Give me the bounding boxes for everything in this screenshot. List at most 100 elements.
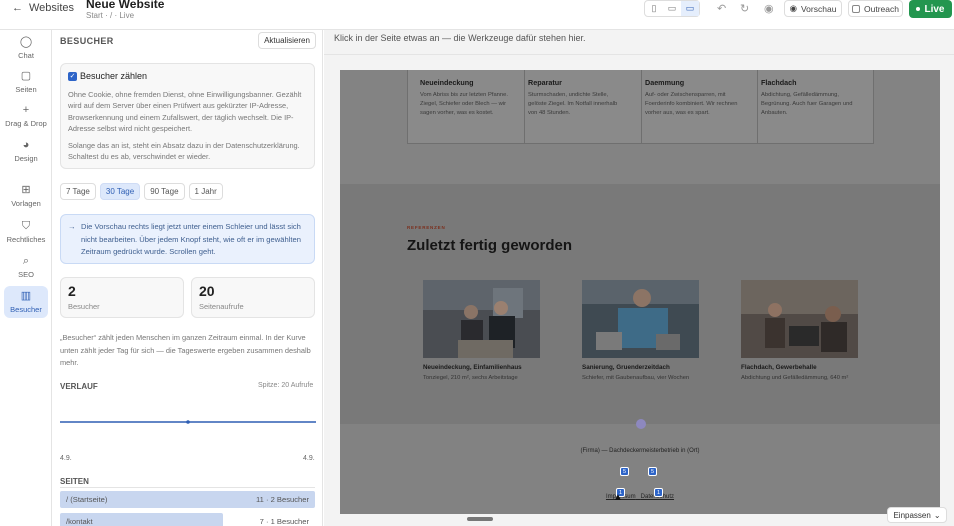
- service-title: Flachdach: [761, 78, 797, 87]
- privacy-note: Solange das an ist, steht ein Absatz daz…: [68, 140, 300, 162]
- section-handle-icon[interactable]: [636, 419, 646, 429]
- visitors-explanation: „Besucher“ zählt jeden Menschen im ganze…: [60, 333, 311, 367]
- grid-icon: ⊞: [21, 184, 31, 196]
- desktop-icon[interactable]: ▭: [681, 1, 699, 16]
- count-visitors-checkbox[interactable]: ✓: [68, 71, 77, 81]
- footer-text: (Firma) — Dachdeckermeisterbetrieb in (O…: [580, 448, 700, 454]
- tablet-icon[interactable]: ▭: [663, 1, 681, 16]
- page-path: /kontakt: [66, 517, 93, 526]
- site-breadcrumb: Start · / · Live: [86, 11, 135, 20]
- shield-icon: ⛉: [21, 220, 31, 232]
- visitors-label: Besucher: [68, 302, 100, 311]
- outreach-toggle[interactable]: Outreach: [848, 0, 903, 17]
- divider: [641, 70, 642, 144]
- service-card: Neueindeckung Vom Abriss bis zur letzten…: [420, 78, 520, 119]
- visitors-stat-card: 2 Besucher: [60, 277, 184, 318]
- trend-peak: Spitze: 20 Aufrufe: [258, 382, 314, 389]
- site-title: Neue Website: [86, 0, 165, 11]
- divider: [60, 487, 315, 488]
- divider: [524, 70, 525, 144]
- refresh-button[interactable]: Aktualisieren: [258, 32, 316, 49]
- footer-links: Impressum Datenschutz: [340, 494, 940, 500]
- live-dot-icon: [916, 7, 921, 11]
- rail-item-vorlagen[interactable]: ⊞ Vorlagen: [4, 184, 48, 208]
- rail-item-label: Rechtliches: [6, 235, 46, 244]
- overlay-info-text: Die Vorschau rechts liegt jetzt unter ei…: [81, 222, 301, 256]
- fit-dropdown[interactable]: Einpassen ⌄: [887, 507, 947, 523]
- preview-area: Klick in der Seite etwas an — die Werkze…: [324, 30, 954, 526]
- rail-item-seo[interactable]: ⌕ SEO: [4, 255, 48, 279]
- resize-handle[interactable]: [467, 517, 493, 521]
- preview-button[interactable]: ◉ Vorschau: [784, 0, 842, 17]
- preview-label: Vorschau: [800, 3, 837, 14]
- live-label: Live: [924, 3, 945, 15]
- trend-x-start: 4.9.: [60, 455, 72, 462]
- pages-heading: SEITEN: [60, 477, 89, 486]
- arrow-left-icon: ←: [12, 2, 23, 14]
- search-icon: ⌕: [22, 255, 30, 267]
- rail-item-drag-drop[interactable]: + Drag & Drop: [4, 104, 48, 128]
- count-visitors-card: ✓ Besucher zählen Ohne Cookie, ohne fremd…: [60, 63, 315, 169]
- palette-icon: ◕: [22, 139, 30, 151]
- reference-title: Sanierung, Gruenderzeitdach: [582, 364, 670, 371]
- overlay-info-box: → Die Vorschau rechts liegt jetzt unter …: [60, 214, 315, 264]
- site-preview-canvas[interactable]: Neueindeckung Vom Abriss bis zur letzten…: [340, 70, 940, 514]
- device-switcher: ▯ ▭ ▭: [644, 0, 700, 17]
- panel-heading: BESUCHER: [60, 36, 114, 46]
- range-tab-1-year[interactable]: 1 Jahr: [188, 183, 223, 200]
- reference-card: Neueindeckung, Einfamilienhaus Tonziegel…: [423, 280, 563, 381]
- trend-x-end: 4.9.: [303, 455, 315, 462]
- references-section: REFERENZEN Zuletzt fertig geworden Neuei…: [340, 184, 940, 424]
- site-footer: (Firma) — Dachdeckermeisterbetrieb in (O…: [340, 419, 940, 514]
- range-tab-30-days[interactable]: 30 Tage: [99, 183, 141, 200]
- page-row: /kontakt 7 · 1 Besucher: [60, 513, 315, 526]
- reference-card: Sanierung, Gruenderzeitdach Schiefer, mi…: [582, 280, 722, 381]
- range-tabs: 7 Tage 30 Tage 90 Tage 1 Jahr: [60, 183, 223, 200]
- live-button[interactable]: Live: [909, 0, 952, 18]
- services-section: Neueindeckung Vom Abriss bis zur letzten…: [340, 70, 940, 184]
- undo-icon[interactable]: ↶: [717, 2, 726, 15]
- checkbox-icon: [852, 4, 861, 13]
- mouse-cursor-icon: ▲: [613, 492, 623, 503]
- range-tab-7-days[interactable]: 7 Tage: [60, 183, 96, 200]
- eye-icon[interactable]: ◉: [764, 2, 774, 15]
- mobile-icon[interactable]: ▯: [645, 1, 663, 16]
- count-visitors-label: Besucher zählen: [80, 71, 148, 82]
- page-row: / (Startseite) 11 · 2 Besucher: [60, 491, 315, 508]
- rail-item-seiten[interactable]: ▢ Seiten: [4, 70, 48, 94]
- rail-item-design[interactable]: ◕ Design: [4, 139, 48, 163]
- range-tab-90-days[interactable]: 90 Tage: [144, 183, 185, 200]
- pageviews-stat-card: 20 Seitenaufrufe: [191, 277, 315, 318]
- rail-item-chat[interactable]: ◯ Chat: [4, 36, 48, 60]
- trend-chart: [60, 420, 316, 424]
- outreach-label: Outreach: [864, 3, 899, 14]
- click-count-badge: 5: [648, 467, 657, 476]
- page-count: 11 · 2 Besucher: [255, 495, 309, 504]
- service-title: Reparatur: [528, 78, 562, 87]
- reference-photo: [741, 280, 858, 358]
- rail-item-besucher[interactable]: ▥ Besucher: [4, 286, 48, 318]
- page-path: / (Startseite): [66, 495, 108, 504]
- arrow-right-icon: →: [68, 222, 76, 231]
- rail-item-label: Besucher: [10, 305, 42, 314]
- service-text: Auf- oder Zwischensparren, mit Foerderin…: [645, 92, 738, 117]
- trend-heading: VERLAUF: [60, 382, 98, 391]
- service-text: Vom Abriss bis zur letzten Pfanne. Ziege…: [420, 92, 508, 117]
- rail-item-rechtliches[interactable]: ⛉ Rechtliches: [4, 220, 48, 244]
- services-grid: Neueindeckung Vom Abriss bis zur letzten…: [407, 70, 874, 144]
- rail-item-label: Vorlagen: [11, 199, 41, 208]
- divider: [757, 70, 758, 144]
- tool-rail: ◯ Chat ▢ Seiten + Drag & Drop ◕ Design ⊞ Vorl…: [0, 30, 52, 526]
- chevron-down-icon: ⌄: [933, 510, 941, 520]
- service-text: Sturmschaden, undichte Stelle, gelöste Z…: [528, 92, 618, 117]
- visitor-panel: BESUCHER Aktualisieren ✓ Besucher zählen …: [53, 30, 323, 526]
- redo-icon[interactable]: ↻: [740, 2, 749, 15]
- pageviews-label: Seitenaufrufe: [199, 302, 244, 311]
- trend-point: [186, 420, 190, 424]
- pages-icon: ▢: [20, 70, 32, 82]
- back-label: Websites: [29, 2, 75, 14]
- reference-title: Neueindeckung, Einfamilienhaus: [423, 364, 522, 371]
- page-count: 7 · 1 Besucher: [259, 517, 309, 526]
- back-to-websites-link[interactable]: ← Websites: [12, 2, 74, 14]
- reference-photo: [582, 280, 699, 358]
